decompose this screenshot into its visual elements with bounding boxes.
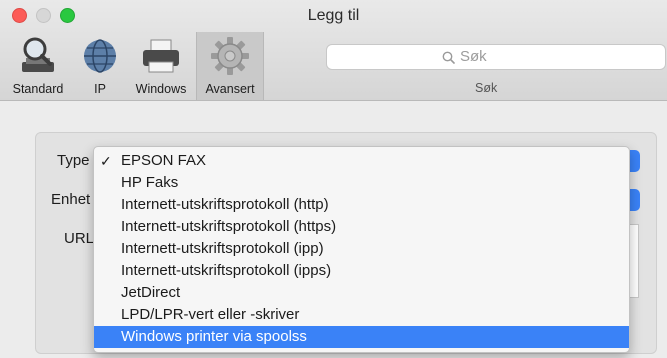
menu-item-label: EPSON FAX <box>121 152 207 169</box>
search-label: Søk <box>475 81 498 95</box>
printer-icon <box>143 39 179 73</box>
toolbar-windows-button[interactable]: Windows <box>126 32 196 100</box>
menu-item-ipp-ipps[interactable]: Internett-utskriftsprotokoll (ipps) <box>94 260 629 282</box>
search-icon <box>442 51 455 64</box>
menu-item-label: Internett-utskriftsprotokoll (ipps) <box>121 262 332 279</box>
menu-item-label: Internett-utskriftsprotokoll (ipp) <box>121 240 324 257</box>
menu-item-windows-spoolss[interactable]: Windows printer via spoolss <box>94 326 629 348</box>
window-titlebar: Legg til Standard IP Windows Avansert Sø… <box>0 0 667 101</box>
url-label: URL <box>64 230 95 247</box>
menu-item-jetdirect[interactable]: JetDirect <box>94 282 629 304</box>
menu-item-ipp-http[interactable]: Internett-utskriftsprotokoll (http) <box>94 194 629 216</box>
menu-item-lpd-lpr[interactable]: LPD/LPR-vert eller -skriver <box>94 304 629 326</box>
toolbar-avansert-label: Avansert <box>205 82 255 96</box>
menu-item-label: JetDirect <box>121 284 181 301</box>
menu-item-label: Internett-utskriftsprotokoll (http) <box>121 196 329 213</box>
menu-item-epson-fax[interactable]: ✓ EPSON FAX <box>94 150 629 172</box>
toolbar-avansert-button[interactable]: Avansert <box>196 32 264 100</box>
magnifier-printer-icon <box>22 37 54 72</box>
menu-item-hp-faks[interactable]: HP Faks <box>94 172 629 194</box>
menu-item-label: HP Faks <box>121 174 179 191</box>
gear-icon <box>211 37 249 75</box>
toolbar-standard-label: Standard <box>12 82 64 96</box>
type-dropdown-menu: ✓ EPSON FAX HP Faks Internett-utskriftsp… <box>93 146 630 353</box>
search-placeholder: Søk <box>460 48 487 65</box>
device-label: Enhet <box>51 191 91 208</box>
menu-item-ipp-ipp[interactable]: Internett-utskriftsprotokoll (ipp) <box>94 238 629 260</box>
toolbar-ip-label: IP <box>94 82 106 96</box>
globe-icon <box>84 39 116 73</box>
toolbar-ip-button[interactable]: IP <box>78 32 122 100</box>
search-input[interactable]: Søk <box>326 44 666 70</box>
type-label: Type <box>57 152 90 169</box>
toolbar-windows-label: Windows <box>135 82 187 96</box>
type-popup-button[interactable] <box>630 150 640 172</box>
window-title: Legg til <box>307 7 360 24</box>
menu-item-label: Internett-utskriftsprotokoll (https) <box>121 218 337 235</box>
menu-item-label: LPD/LPR-vert eller -skriver <box>121 306 300 323</box>
checkmark-icon: ✓ <box>100 153 112 169</box>
menu-item-label: Windows printer via spoolss <box>121 328 307 345</box>
toolbar-standard-button[interactable]: Standard <box>2 32 74 100</box>
device-popup-button[interactable] <box>630 189 640 211</box>
menu-item-ipp-https[interactable]: Internett-utskriftsprotokoll (https) <box>94 216 629 238</box>
